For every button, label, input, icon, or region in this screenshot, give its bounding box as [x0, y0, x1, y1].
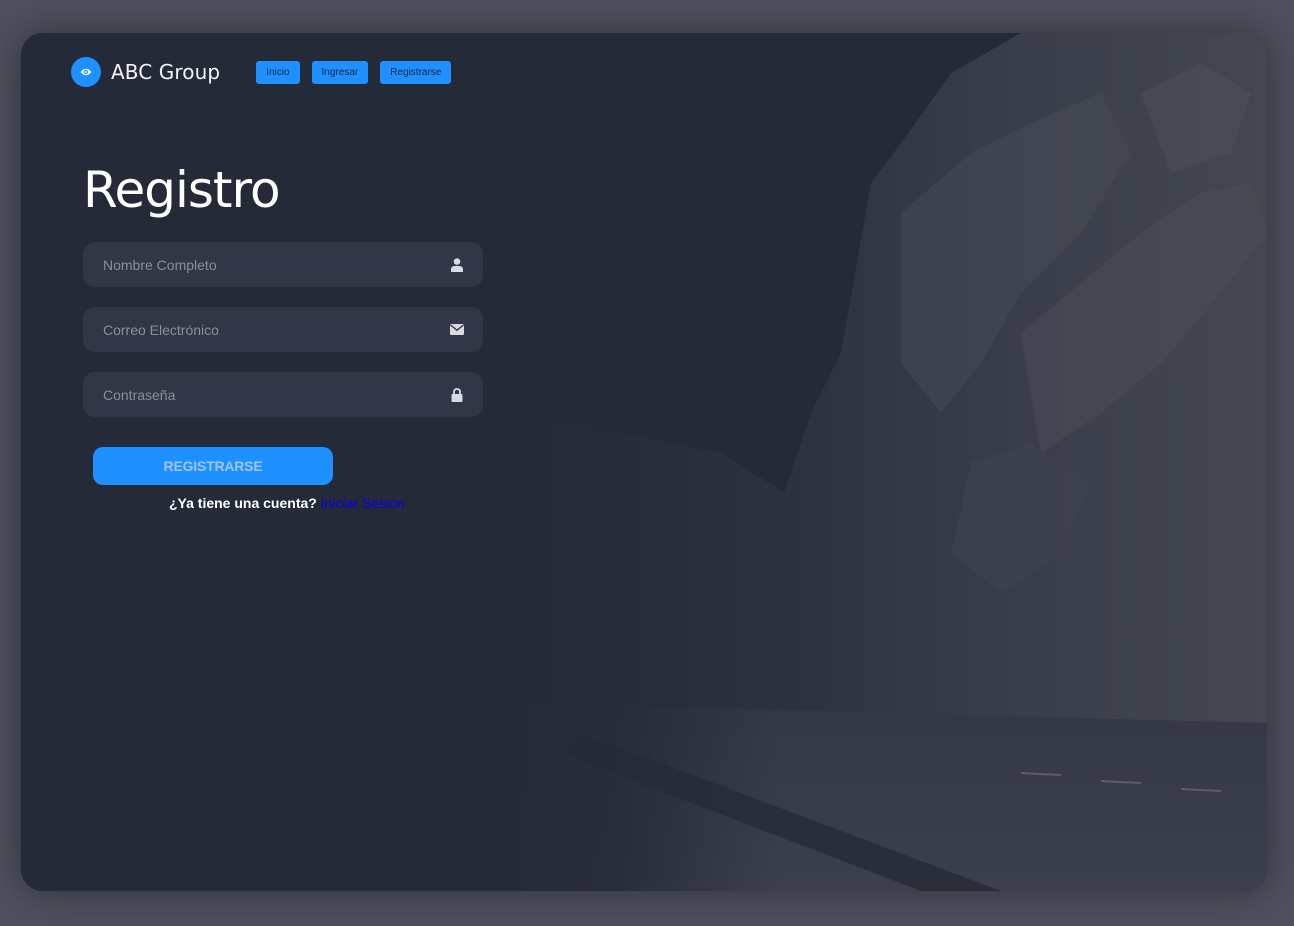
brand-name[interactable]: ABC Group [111, 60, 220, 84]
page-title: Registro [83, 161, 281, 219]
password-input[interactable] [83, 371, 449, 418]
email-input[interactable] [83, 306, 449, 353]
top-nav: Inicio Ingresar Registrarse [256, 60, 452, 84]
login-prompt-text: ¿Ya tiene una cuenta? [169, 495, 317, 511]
register-submit-button[interactable]: REGISTRARSE [93, 447, 333, 485]
user-icon [449, 257, 465, 273]
main-card: ABC Group Inicio Ingresar Registrarse Re… [21, 33, 1267, 891]
login-link[interactable]: Iniciar Sesion [321, 495, 405, 511]
eye-icon [80, 68, 92, 76]
header: ABC Group Inicio Ingresar Registrarse [71, 57, 452, 87]
email-field [83, 306, 483, 353]
login-prompt: ¿Ya tiene una cuenta? Iniciar Sesion [169, 495, 405, 511]
full-name-input[interactable] [83, 241, 449, 288]
full-name-field [83, 241, 483, 288]
lock-icon [449, 387, 465, 403]
nav-registrarse-button[interactable]: Registrarse [380, 60, 452, 84]
nav-ingresar-button[interactable]: Ingresar [311, 60, 369, 84]
password-field [83, 371, 483, 418]
nav-inicio-button[interactable]: Inicio [256, 60, 300, 84]
logo[interactable] [71, 57, 101, 87]
envelope-icon [449, 322, 465, 338]
